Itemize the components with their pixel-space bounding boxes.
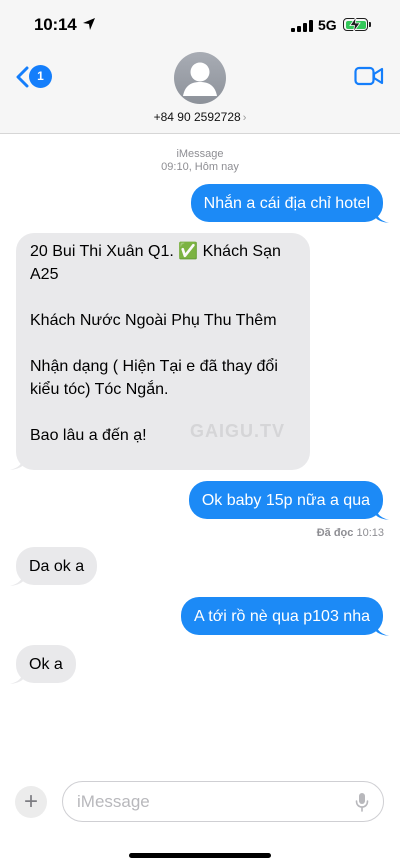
unread-count-badge: 1	[29, 65, 52, 88]
location-arrow-icon	[83, 18, 95, 30]
message-line: Khách Nước Ngoài Phụ Thu Thêm	[30, 312, 277, 329]
bubble-tail	[375, 620, 389, 636]
plus-button[interactable]: +	[15, 786, 47, 818]
message-bubble-sent[interactable]: Nhắn a cái địa chỉ hotel	[190, 184, 383, 222]
video-camera-icon[interactable]	[354, 66, 384, 86]
status-time: 10:14	[34, 15, 77, 34]
read-receipt-time: 10:13	[356, 527, 384, 539]
signal-bars-icon	[291, 20, 313, 32]
charging-bolt-icon	[349, 17, 361, 32]
conversation-header: 1 +84 90 2592728 ›	[0, 48, 400, 134]
message-text: Ok a	[29, 656, 63, 673]
message-line	[30, 333, 296, 356]
message-line: 20 Bui Thi Xuân Q1. ✅ Khách Sạn	[30, 243, 281, 260]
bubble-tail	[375, 207, 389, 223]
chevron-left-icon	[16, 66, 29, 88]
microphone-icon[interactable]	[355, 792, 369, 812]
message-line: A25	[30, 266, 59, 283]
read-receipt-label: Đã đọc	[316, 527, 354, 539]
bubble-tail	[10, 570, 24, 586]
contact-name: +84 90 2592728	[153, 110, 241, 124]
person-avatar-icon	[183, 62, 217, 96]
network-type: 5G	[318, 17, 337, 33]
message-input[interactable]	[62, 781, 384, 822]
thread-date: 09:10, Hôm nay	[161, 161, 239, 173]
contact-avatar[interactable]	[174, 52, 226, 104]
message-bubble-received[interactable]: Ok a	[16, 645, 76, 683]
message-text: Ok baby 15p nữa a qua	[201, 492, 370, 509]
message-text: Nhắn a cái địa chỉ hotel	[203, 195, 370, 212]
read-receipt: Đã đọc 10:13	[317, 527, 384, 539]
status-bar: 10:14 5G	[0, 0, 400, 48]
bubble-tail	[375, 504, 389, 520]
message-bubble-sent[interactable]: Ok baby 15p nữa a qua	[188, 481, 383, 519]
message-text: Da ok a	[29, 558, 85, 575]
message-text: A tới rồ nè qua p103 nha	[194, 608, 370, 625]
service-label: iMessage	[176, 148, 224, 160]
watermark: GAIGU.TV	[190, 421, 286, 441]
back-button[interactable]: 1	[15, 64, 57, 90]
bubble-tail	[10, 454, 24, 470]
home-indicator[interactable]	[129, 853, 271, 858]
contact-chevron-icon: ›	[242, 112, 247, 124]
battery-cap	[369, 22, 371, 27]
message-line: Nhận dạng ( Hiện Tại e đã thay đổi	[30, 358, 278, 375]
message-bubble-sent[interactable]: A tới rồ nè qua p103 nha	[181, 597, 383, 635]
message-bubble-received[interactable]: Da ok a	[16, 547, 98, 585]
message-line: kiểu tóc) Tóc Ngắn.	[30, 381, 169, 398]
message-line	[30, 287, 296, 310]
plus-icon: +	[23, 788, 38, 815]
bubble-tail	[10, 668, 24, 684]
thread-timestamp: iMessage 09:10, Hôm nay	[0, 148, 400, 174]
messages-screen: 10:14 5G 1 +84 90 2592728 › iMessage 09:…	[0, 0, 400, 866]
contact-name-row[interactable]: +84 90 2592728 ›	[0, 110, 400, 124]
